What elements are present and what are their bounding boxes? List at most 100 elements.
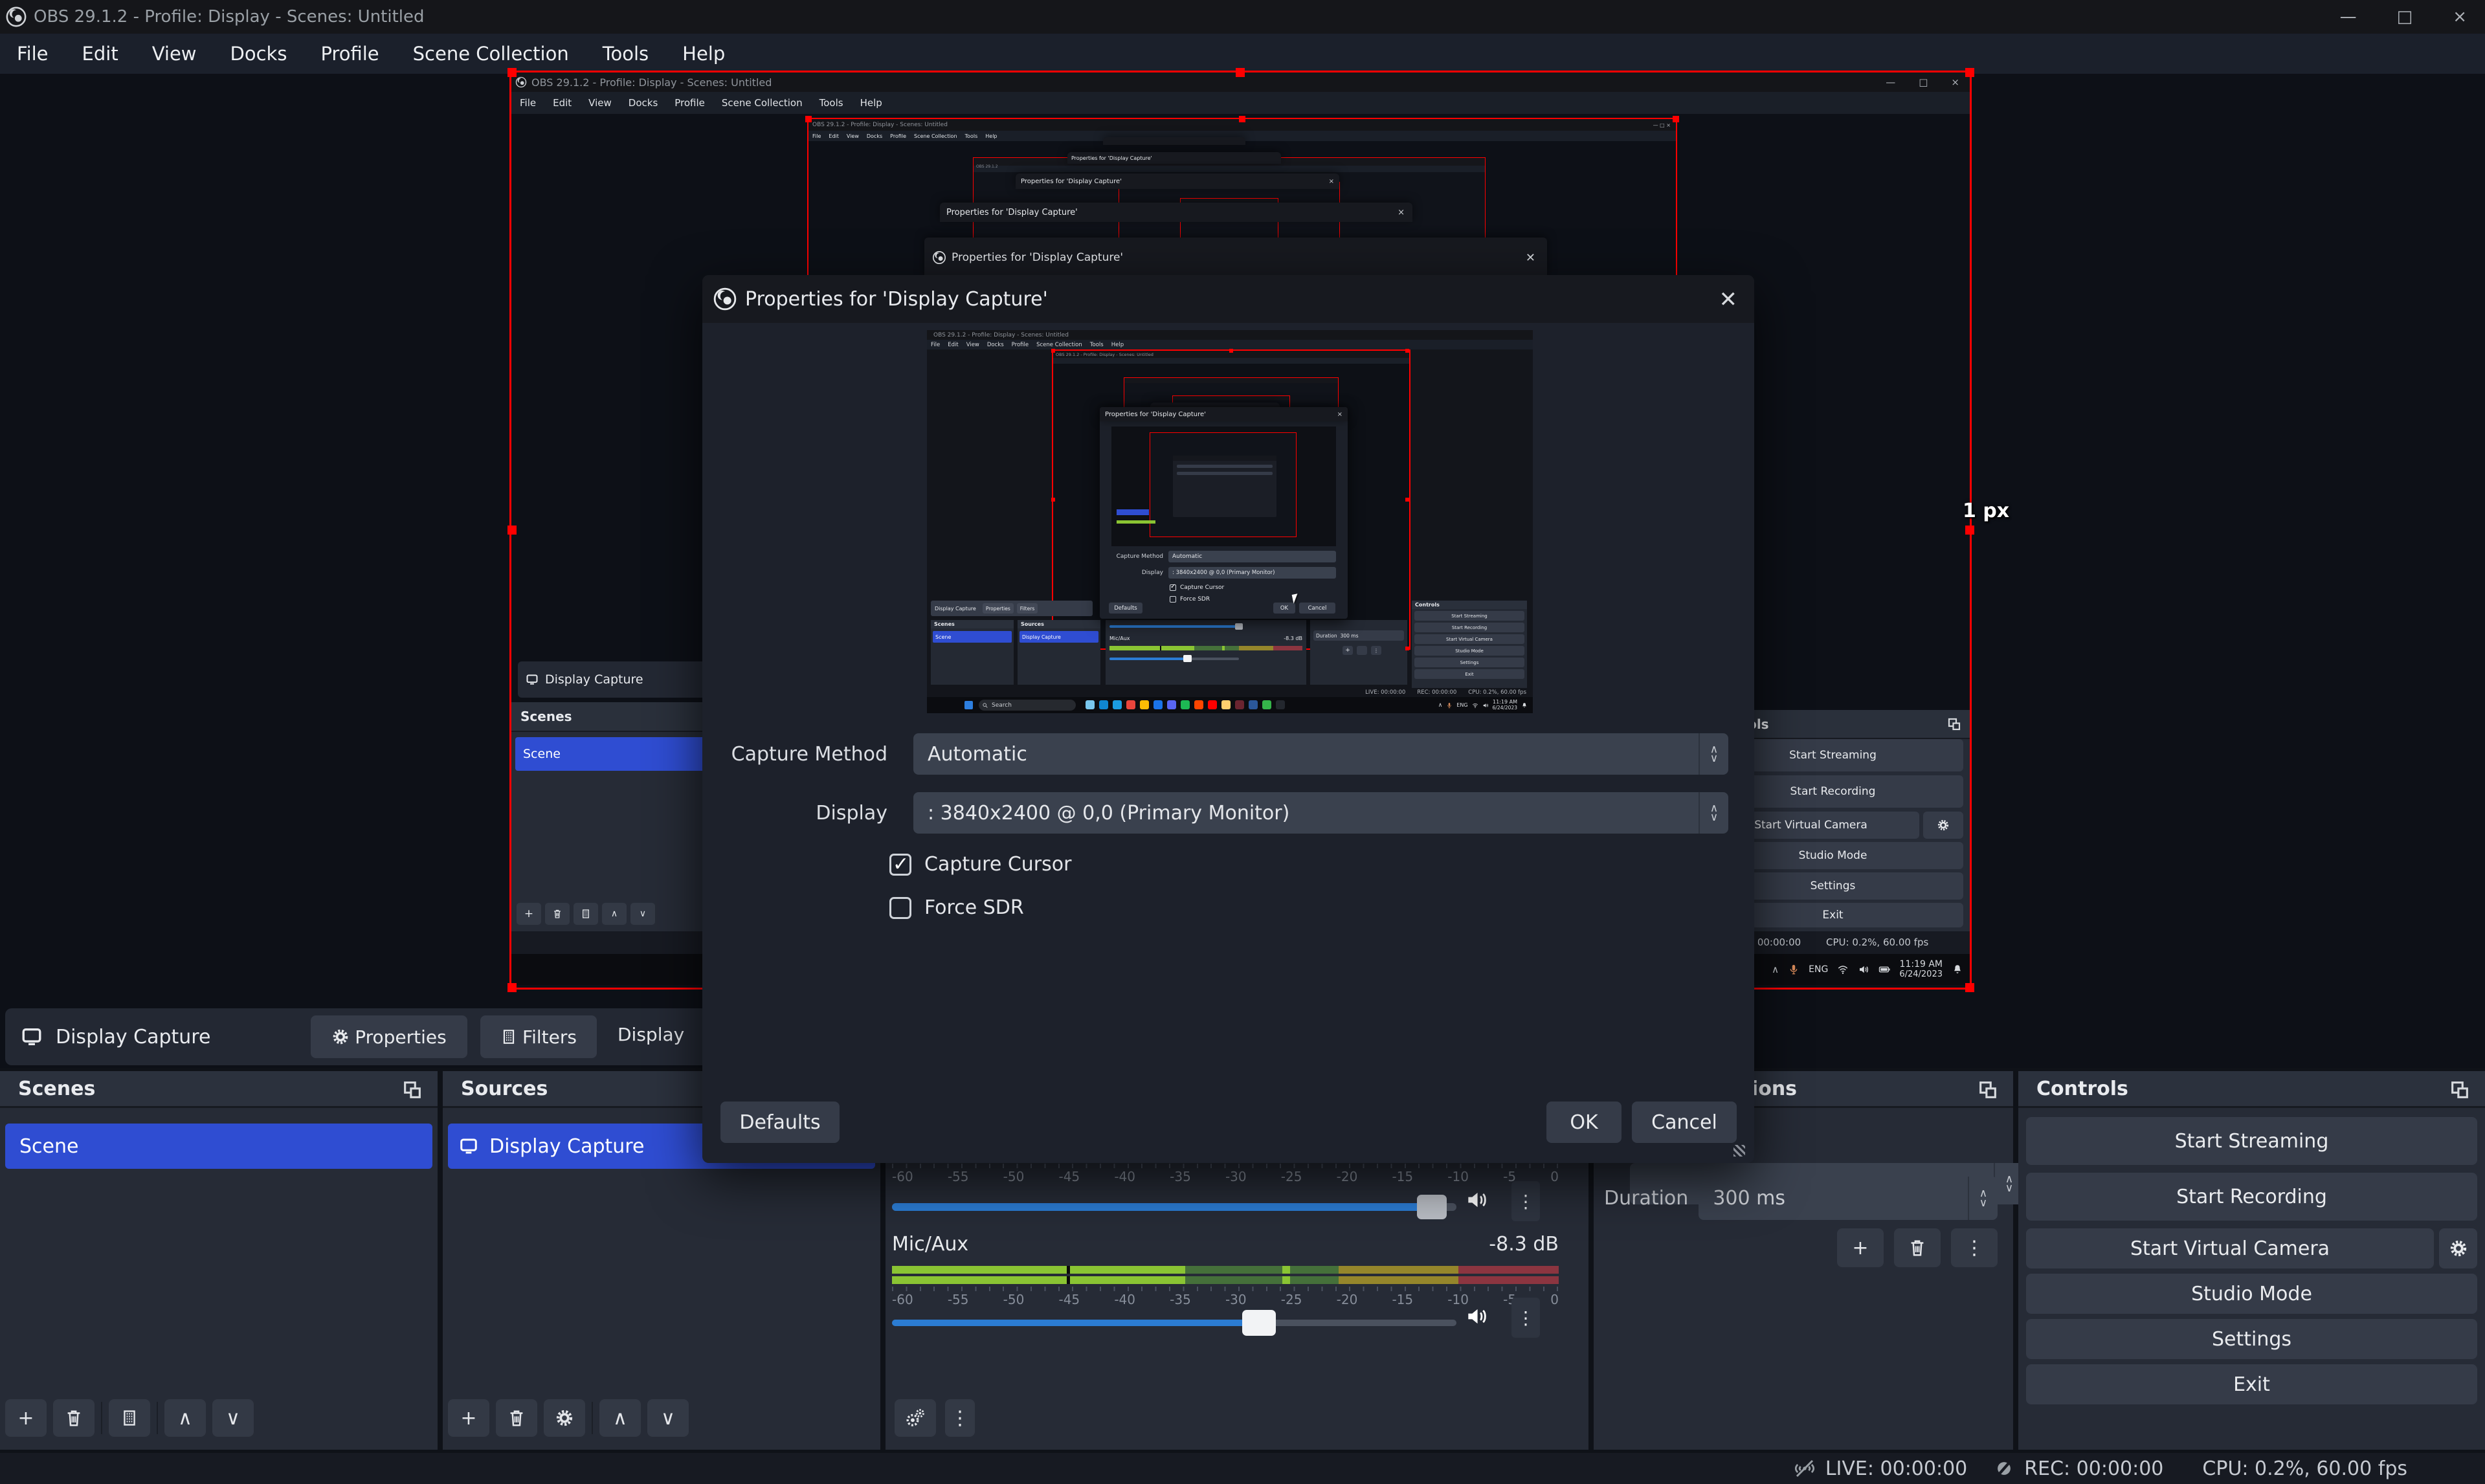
tray-wifi-icon bbox=[1837, 964, 1849, 975]
filter-icon bbox=[500, 1028, 517, 1045]
taskbar-app-icon bbox=[1153, 700, 1163, 709]
taskbar-app-icon bbox=[1086, 700, 1095, 709]
remove-transition-button[interactable] bbox=[1894, 1228, 1941, 1267]
filters-button[interactable]: Filters bbox=[480, 1015, 597, 1058]
scenes-popout-icon[interactable] bbox=[401, 1079, 423, 1101]
source-down-button[interactable]: ∨ bbox=[647, 1399, 689, 1437]
micaux-slider-handle[interactable] bbox=[1242, 1310, 1276, 1336]
scene-filters-button[interactable] bbox=[109, 1399, 150, 1437]
minimize-button[interactable]: — bbox=[2340, 7, 2357, 27]
virtual-camera-settings-button[interactable] bbox=[2439, 1228, 2477, 1268]
mixer1-slider-handle[interactable] bbox=[1417, 1195, 1447, 1219]
remove-scene-button[interactable] bbox=[53, 1399, 95, 1437]
transition-menu-button[interactable]: ⋮ bbox=[1951, 1228, 1998, 1267]
selection-handle-top-left[interactable] bbox=[507, 68, 517, 77]
rec-status: REC: 00:00:00 bbox=[2024, 1457, 2163, 1480]
properties-button[interactable]: Properties bbox=[311, 1015, 467, 1058]
ok-button[interactable]: OK bbox=[1546, 1102, 1621, 1143]
menu-item[interactable]: Docks bbox=[214, 43, 304, 65]
mini-menu-item: Profile bbox=[666, 97, 713, 109]
add-scene-button[interactable]: + bbox=[5, 1399, 47, 1437]
menu-item[interactable]: Scene Collection bbox=[396, 43, 586, 65]
scene-list-item[interactable]: Scene bbox=[5, 1124, 432, 1169]
scene-up-button[interactable]: ∧ bbox=[164, 1399, 206, 1437]
taskbar-app-icon bbox=[1249, 700, 1258, 709]
selection-handle-top-right[interactable] bbox=[1965, 68, 1974, 77]
mini-dialog-obs-icon bbox=[932, 250, 946, 265]
start-virtual-camera-button[interactable]: Start Virtual Camera bbox=[2026, 1228, 2434, 1268]
mini-window-buttons: —□× bbox=[1886, 76, 1959, 88]
micaux-vu-meter-2 bbox=[892, 1276, 1559, 1284]
micaux-volume-slider[interactable] bbox=[892, 1309, 1456, 1316]
add-source-button[interactable]: + bbox=[448, 1399, 489, 1437]
capture-method-select[interactable]: Automatic ∧∨ bbox=[913, 733, 1728, 775]
dialog-titlebar[interactable]: Properties for 'Display Capture' ✕ bbox=[702, 275, 1754, 323]
mixer1-volume-slider[interactable] bbox=[892, 1194, 1456, 1202]
micaux-menu-button[interactable]: ⋮ bbox=[1511, 1298, 1540, 1338]
mini-dialog-close-icon: ✕ bbox=[1526, 251, 1535, 265]
transitions-popout-icon[interactable] bbox=[1977, 1079, 1999, 1101]
taskbar-app-icon bbox=[1194, 700, 1203, 709]
selection-handle-bottom-right[interactable] bbox=[1965, 983, 1974, 992]
dialog-close-button[interactable]: ✕ bbox=[1719, 287, 1738, 313]
selection-handle-top-center[interactable] bbox=[1236, 68, 1245, 77]
capture-method-label: Capture Method bbox=[728, 743, 887, 766]
controls-popout-icon[interactable] bbox=[2449, 1079, 2471, 1101]
menu-item[interactable]: Profile bbox=[304, 43, 396, 65]
start-streaming-button[interactable]: Start Streaming bbox=[2026, 1117, 2477, 1165]
menu-item[interactable]: File bbox=[0, 43, 65, 65]
tray-date: 6/24/2023 bbox=[1899, 970, 1943, 980]
scene-down-button[interactable]: ∨ bbox=[212, 1399, 254, 1437]
menu-item[interactable]: View bbox=[135, 43, 214, 65]
status-bar: LIVE: 00:00:00 REC: 00:00:00 CPU: 0.2%, … bbox=[0, 1453, 2485, 1484]
selection-handle-mid-right[interactable] bbox=[1965, 526, 1974, 535]
selection-handle-bottom-left[interactable] bbox=[507, 983, 517, 992]
scenes-title: Scenes bbox=[18, 1078, 95, 1100]
maximize-button[interactable]: □ bbox=[2397, 7, 2413, 27]
tray-time: 11:19 AM bbox=[1900, 959, 1943, 969]
display-spinner[interactable]: ∧∨ bbox=[1699, 792, 1728, 834]
capture-cursor-checkbox[interactable]: ✓ bbox=[889, 854, 911, 876]
dialog-resize-grip[interactable] bbox=[1733, 1145, 1745, 1157]
source-properties-button[interactable] bbox=[544, 1399, 585, 1437]
menu-item[interactable]: Edit bbox=[65, 43, 135, 65]
mixer1-speaker-icon[interactable] bbox=[1464, 1188, 1489, 1212]
capture-method-row: Capture Method Automatic ∧∨ bbox=[728, 733, 1728, 775]
defaults-button[interactable]: Defaults bbox=[720, 1102, 840, 1143]
menu-item[interactable]: Help bbox=[665, 43, 742, 65]
window-titlebar[interactable]: OBS 29.1.2 - Profile: Display - Scenes: … bbox=[0, 0, 2485, 34]
display-label: Display bbox=[618, 1024, 684, 1045]
taskbar-app-icon bbox=[1276, 700, 1285, 709]
start-recording-button[interactable]: Start Recording bbox=[2026, 1173, 2477, 1221]
add-transition-button[interactable]: + bbox=[1837, 1228, 1884, 1267]
taskbar-app-icon bbox=[1221, 700, 1231, 709]
studio-mode-button[interactable]: Studio Mode bbox=[2026, 1274, 2477, 1314]
cancel-button[interactable]: Cancel bbox=[1632, 1102, 1737, 1143]
taskbar-app-icon bbox=[1208, 700, 1217, 709]
nested-handle bbox=[1673, 116, 1679, 122]
menu-item[interactable]: Tools bbox=[586, 43, 665, 65]
exit-button[interactable]: Exit bbox=[2026, 1364, 2477, 1404]
live-icon bbox=[1793, 1457, 1816, 1480]
tray-speaker-icon bbox=[1858, 964, 1869, 975]
display-select[interactable]: : 3840x2400 @ 0,0 (Primary Monitor) ∧∨ bbox=[913, 792, 1728, 834]
mini-scenes-toolbar: + ∧ ∨ bbox=[517, 903, 655, 925]
source-toolbar-label: Display Capture bbox=[56, 1026, 210, 1048]
capture-method-spinner[interactable]: ∧∨ bbox=[1699, 733, 1728, 775]
mixer1-menu-button[interactable]: ⋮ bbox=[1511, 1181, 1540, 1221]
advanced-audio-button[interactable] bbox=[895, 1399, 936, 1437]
selection-handle-mid-left[interactable] bbox=[507, 526, 517, 535]
duration-field[interactable]: 300 ms ∧∨ bbox=[1699, 1177, 1998, 1220]
micaux-speaker-icon[interactable] bbox=[1464, 1304, 1489, 1329]
source-monitor-icon bbox=[458, 1136, 479, 1156]
settings-button[interactable]: Settings bbox=[2026, 1319, 2477, 1359]
remove-source-button[interactable] bbox=[496, 1399, 537, 1437]
taskbar-app-icon bbox=[1235, 700, 1244, 709]
thumb-source-toolbar: Display Capture Properties Filters bbox=[931, 601, 1093, 616]
force-sdr-checkbox[interactable]: ✓ bbox=[889, 897, 911, 919]
mixer-menu-button[interactable]: ⋮ bbox=[945, 1399, 975, 1437]
close-button[interactable]: × bbox=[2453, 7, 2467, 27]
scenes-toolbar: + ∧ ∨ bbox=[5, 1399, 254, 1437]
source-up-button[interactable]: ∧ bbox=[599, 1399, 641, 1437]
duration-row: Duration 300 ms ∧∨ bbox=[1604, 1177, 1998, 1220]
